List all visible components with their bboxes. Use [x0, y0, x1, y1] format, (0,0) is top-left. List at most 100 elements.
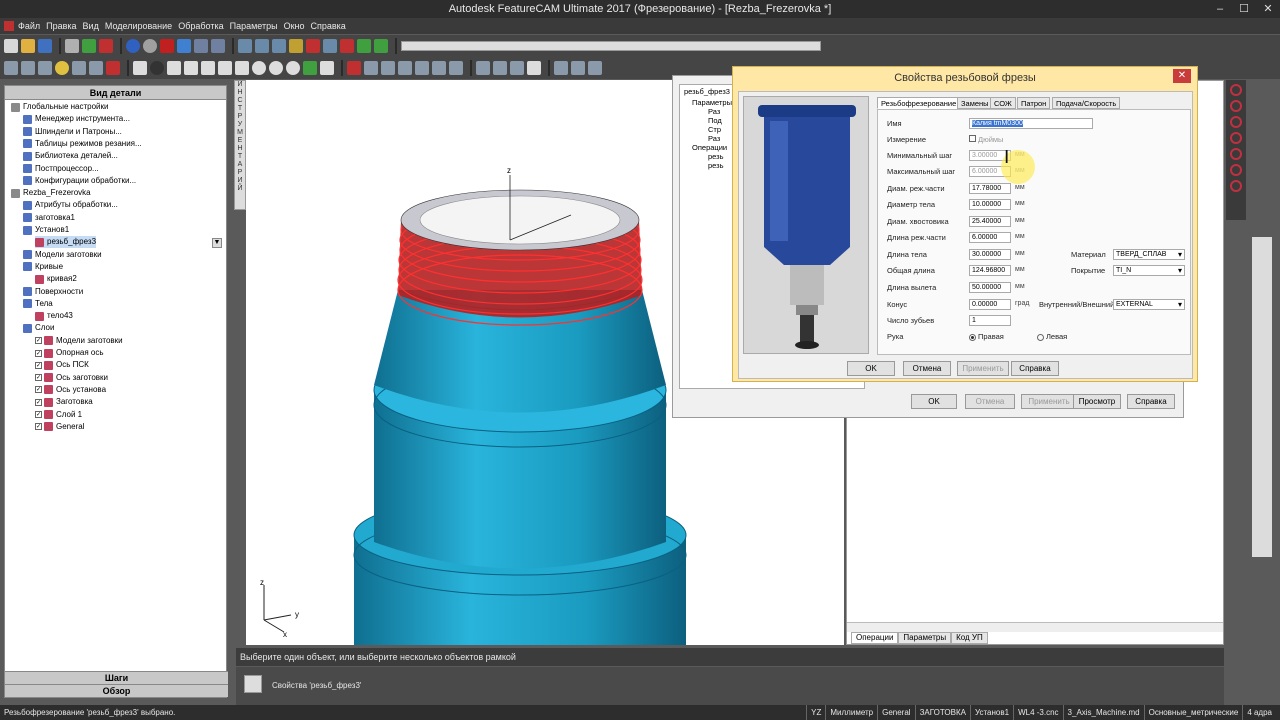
tree-item[interactable]: Постпроцессор... — [23, 163, 99, 175]
top-icon[interactable] — [415, 61, 429, 75]
setup-icon[interactable] — [374, 39, 388, 53]
tree-item[interactable]: Модели заготовки — [23, 249, 102, 261]
dialog-close-button[interactable]: ✕ — [1173, 69, 1191, 83]
measure-icon[interactable] — [255, 39, 269, 53]
tree-item[interactable]: Шпиндели и Патроны... — [23, 126, 122, 138]
tab-thread-milling[interactable]: Резьбофрезерование — [877, 97, 961, 109]
point-icon[interactable] — [106, 61, 120, 75]
polyline-icon[interactable] — [4, 61, 18, 75]
dropdown-arrow-icon[interactable]: ▼ — [212, 238, 222, 248]
globe-icon[interactable] — [126, 39, 140, 53]
dot-icon[interactable] — [150, 61, 164, 75]
solid-icon[interactable] — [303, 61, 317, 75]
circle-snap-icon[interactable] — [286, 61, 300, 75]
menu-machining[interactable]: Обработка — [178, 21, 223, 31]
eraser-icon[interactable] — [99, 39, 113, 53]
feature-icon[interactable] — [289, 39, 303, 53]
tree-item[interactable]: Установ1 — [23, 224, 69, 236]
shade-icon[interactable] — [554, 61, 568, 75]
snap-mid-icon[interactable] — [1230, 164, 1242, 176]
name-field[interactable]: Калия tmM0300 — [969, 118, 1093, 129]
tangent-icon[interactable] — [184, 61, 198, 75]
wire-icon[interactable] — [449, 61, 463, 75]
menu-file[interactable]: Файл — [18, 21, 40, 31]
layer-checkbox[interactable]: ✓ — [35, 411, 42, 418]
menu-window[interactable]: Окно — [284, 21, 305, 31]
tab-holder[interactable]: Патрон — [1017, 97, 1051, 109]
tree-item[interactable]: Слои — [23, 322, 54, 334]
snap-circle-icon[interactable] — [1230, 116, 1242, 128]
cross-icon[interactable] — [235, 61, 249, 75]
sphere-icon[interactable] — [55, 61, 69, 75]
snap-end-icon[interactable] — [1230, 148, 1242, 160]
perp-icon[interactable] — [201, 61, 215, 75]
layer-checkbox[interactable]: ✓ — [35, 423, 42, 431]
minimize-button[interactable]: – — [1208, 0, 1232, 18]
save-icon[interactable] — [38, 39, 52, 53]
tree-item[interactable]: Конфигурации обработки... — [23, 175, 136, 187]
tree-item[interactable]: Тела — [23, 298, 53, 310]
cancel-button[interactable]: Отмена — [903, 361, 951, 376]
menu-modeling[interactable]: Моделирование — [105, 21, 172, 31]
overhang-len-field[interactable]: 50.00000 — [969, 282, 1011, 293]
center-icon[interactable] — [252, 61, 266, 75]
tree-item[interactable]: ✓ General — [35, 421, 84, 433]
cube-icon[interactable] — [364, 61, 378, 75]
snap-arc-icon[interactable] — [1230, 132, 1242, 144]
snap-int-icon[interactable] — [1230, 180, 1242, 192]
layer-checkbox[interactable]: ✓ — [35, 398, 42, 406]
quadrant-icon[interactable] — [269, 61, 283, 75]
body-len-field[interactable]: 30.00000 — [969, 249, 1011, 260]
side-icon[interactable] — [432, 61, 446, 75]
zoom-z-icon[interactable] — [493, 61, 507, 75]
teeth-field[interactable]: 1 — [969, 315, 1011, 326]
tree-item[interactable]: Глобальные настройки — [11, 101, 108, 113]
tab-nc-code[interactable]: Код УП — [951, 632, 988, 644]
inch-checkbox[interactable]: Дюймы — [969, 135, 1003, 144]
front-icon[interactable] — [398, 61, 412, 75]
tab-parameters[interactable]: Параметры — [898, 632, 952, 644]
new-icon[interactable] — [4, 39, 18, 53]
help-button[interactable]: Справка — [1011, 361, 1059, 376]
menu-help[interactable]: Справка — [311, 21, 346, 31]
snap-point-icon[interactable] — [1230, 84, 1242, 96]
fit-icon[interactable] — [510, 61, 524, 75]
toolkit-strip[interactable]: ИНСТРУМЕНТАРИЙ — [234, 80, 246, 210]
arc-icon[interactable] — [272, 39, 286, 53]
tree-item[interactable]: Rezba_Frezerovka — [11, 187, 91, 199]
tab-operations[interactable]: Операции — [851, 632, 899, 644]
menu-edit[interactable]: Правка — [46, 21, 76, 31]
cut-dia-field[interactable]: 17.78000 — [969, 183, 1011, 194]
steps-button[interactable]: Шаги — [5, 671, 228, 684]
tree-item[interactable]: Менеджер инструмента... — [23, 113, 130, 125]
ok-button[interactable]: OK — [847, 361, 895, 376]
h-scrollbar[interactable] — [847, 622, 1223, 632]
inout-select[interactable]: EXTERNAL — [1113, 299, 1185, 310]
tab-coolant[interactable]: СОЖ — [990, 97, 1016, 109]
tree-item[interactable]: ✓ Модели заготовки — [35, 335, 123, 347]
pan-icon[interactable] — [211, 39, 225, 53]
tab-replacements[interactable]: Замены — [957, 97, 993, 109]
layer-icon[interactable] — [82, 39, 96, 53]
delete-icon[interactable] — [160, 39, 174, 53]
stock-icon[interactable] — [357, 39, 371, 53]
line-icon[interactable] — [89, 61, 103, 75]
layer-checkbox[interactable]: ✓ — [35, 361, 42, 369]
grid-icon[interactable] — [323, 39, 337, 53]
taper-field[interactable]: 0.00000 — [969, 299, 1011, 310]
open-icon[interactable] — [21, 39, 35, 53]
tree-item[interactable]: ✓ Ось ПСК — [35, 359, 89, 371]
shape-icon[interactable] — [38, 61, 52, 75]
angle-icon[interactable] — [218, 61, 232, 75]
tree-item[interactable]: тело43 — [35, 310, 73, 322]
right-hand-radio[interactable]: Правая — [969, 332, 1004, 341]
hidden-icon[interactable] — [571, 61, 585, 75]
snap-line-icon[interactable] — [1230, 100, 1242, 112]
layer-checkbox[interactable]: ✓ — [35, 349, 42, 357]
tree-item[interactable]: ✓ Ось установа — [35, 384, 106, 396]
body-dia-field[interactable]: 10.00000 — [969, 199, 1011, 210]
tree-item[interactable]: ✓ Ось заготовки — [35, 372, 108, 384]
simulate-icon[interactable] — [340, 39, 354, 53]
bg-preview-button[interactable]: Просмотр — [1073, 394, 1121, 409]
tree-item[interactable]: Кривые — [23, 261, 63, 273]
